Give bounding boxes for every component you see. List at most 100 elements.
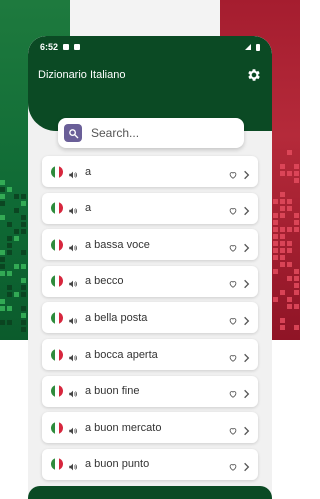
background-pixel: [21, 222, 26, 227]
background-pixel: [294, 227, 299, 232]
background-pixel: [0, 180, 5, 185]
background-pixel: [0, 320, 5, 325]
list-item-word: a buon fine: [85, 385, 140, 398]
search-bar[interactable]: [58, 118, 244, 148]
gear-icon[interactable]: [246, 67, 262, 83]
status-time: 6:52: [40, 42, 59, 52]
chevron-right-icon[interactable]: [243, 240, 250, 252]
background-pixel: [7, 285, 12, 290]
speaker-icon[interactable]: [68, 313, 78, 325]
background-pixel: [21, 313, 26, 318]
status-bar: 6:52: [28, 36, 272, 58]
background-pixel: [14, 236, 19, 241]
background-pixel: [0, 271, 5, 276]
background-pixel: [273, 220, 278, 225]
heart-icon[interactable]: [228, 203, 238, 215]
heart-icon[interactable]: [228, 167, 238, 179]
speaker-icon[interactable]: [68, 350, 78, 361]
background-pixel: [280, 290, 285, 295]
background-pixel: [21, 320, 26, 325]
heart-icon[interactable]: [228, 386, 238, 398]
chevron-right-icon[interactable]: [243, 276, 250, 289]
speaker-icon[interactable]: [68, 423, 78, 435]
heart-icon[interactable]: [228, 350, 238, 362]
background-pixel: [7, 236, 12, 241]
chevron-right-icon[interactable]: [243, 350, 250, 362]
background-pixel: [294, 220, 299, 225]
chevron-right-icon[interactable]: [243, 313, 250, 326]
chevron-right-icon[interactable]: [243, 167, 250, 179]
heart-icon[interactable]: [228, 459, 238, 472]
background-pixel: [0, 250, 5, 255]
speaker-icon[interactable]: [68, 240, 78, 252]
speaker-icon[interactable]: [68, 386, 78, 398]
list-item[interactable]: a: [42, 192, 258, 224]
background-pixel: [21, 278, 26, 283]
list-item[interactable]: a: [42, 156, 258, 187]
background-pixel: [287, 199, 292, 204]
background-pixel: [273, 269, 278, 274]
background-pixel: [280, 325, 285, 330]
background-pixel: [294, 213, 299, 218]
background-pixel: [273, 199, 278, 204]
search-input[interactable]: [89, 125, 223, 141]
list-item[interactable]: a bella posta: [42, 302, 258, 334]
background-pixel: [287, 241, 292, 246]
background-pixel: [21, 327, 26, 332]
background-pixel: [280, 206, 285, 211]
search-icon[interactable]: [64, 124, 82, 142]
bottom-bar: [28, 486, 272, 499]
list-item[interactable]: a bassa voce: [42, 229, 258, 261]
speaker-icon[interactable]: [68, 203, 78, 215]
background-pixel: [287, 276, 292, 281]
italian-flag-icon: [51, 348, 63, 361]
background-pixel: [21, 201, 26, 206]
background-pixel: [273, 248, 278, 253]
background-pixel: [280, 192, 285, 197]
list-item-word: a: [85, 165, 92, 178]
chevron-right-icon[interactable]: [243, 386, 250, 399]
background-pixel: [0, 187, 5, 192]
list-item[interactable]: a buon punto: [42, 448, 258, 480]
background-pixel: [7, 250, 12, 255]
heart-icon[interactable]: [228, 276, 238, 289]
list-item[interactable]: a buon mercato: [42, 412, 258, 444]
heart-icon[interactable]: [228, 423, 238, 435]
background-pixel: [273, 255, 278, 260]
list-item-word: a: [85, 202, 92, 215]
phone-screen: 6:52 Dizionario Italiano a a a bassa voce a…: [28, 36, 272, 499]
list-item[interactable]: a buon fine: [42, 375, 258, 407]
list-item[interactable]: a bocca aperta: [42, 339, 258, 370]
speaker-icon[interactable]: [68, 167, 78, 178]
background-pixel: [7, 271, 12, 276]
background-pixel: [21, 306, 26, 311]
speaker-icon[interactable]: [68, 459, 78, 471]
heart-icon[interactable]: [228, 313, 238, 325]
background-pixel: [280, 248, 285, 253]
list-item[interactable]: a becco: [42, 265, 258, 297]
list-item-word: a bassa voce: [85, 238, 150, 251]
italian-flag-icon: [51, 385, 63, 398]
list-item-word: a bella posta: [85, 311, 148, 324]
background-pixel: [287, 150, 292, 155]
background-pixel: [0, 201, 5, 206]
background-pixel: [280, 164, 285, 169]
background-pixel: [280, 213, 285, 218]
background-pixel: [287, 297, 292, 302]
background-pixel: [273, 241, 278, 246]
background-pixel: [287, 304, 292, 309]
list-item-word: a buon punto: [85, 458, 150, 471]
background-pixel: [280, 262, 285, 267]
chevron-right-icon[interactable]: [243, 203, 250, 216]
background-pixel: [21, 264, 26, 269]
background-pixel: [7, 320, 12, 325]
background-pixel: [294, 325, 299, 330]
background-pixel: [294, 283, 299, 288]
italian-flag-icon: [51, 165, 63, 178]
background-pixel: [14, 264, 19, 269]
speaker-icon[interactable]: [68, 276, 78, 288]
chevron-right-icon[interactable]: [243, 423, 250, 435]
background-pixel: [14, 229, 19, 234]
chevron-right-icon[interactable]: [243, 459, 250, 472]
heart-icon[interactable]: [228, 240, 238, 252]
